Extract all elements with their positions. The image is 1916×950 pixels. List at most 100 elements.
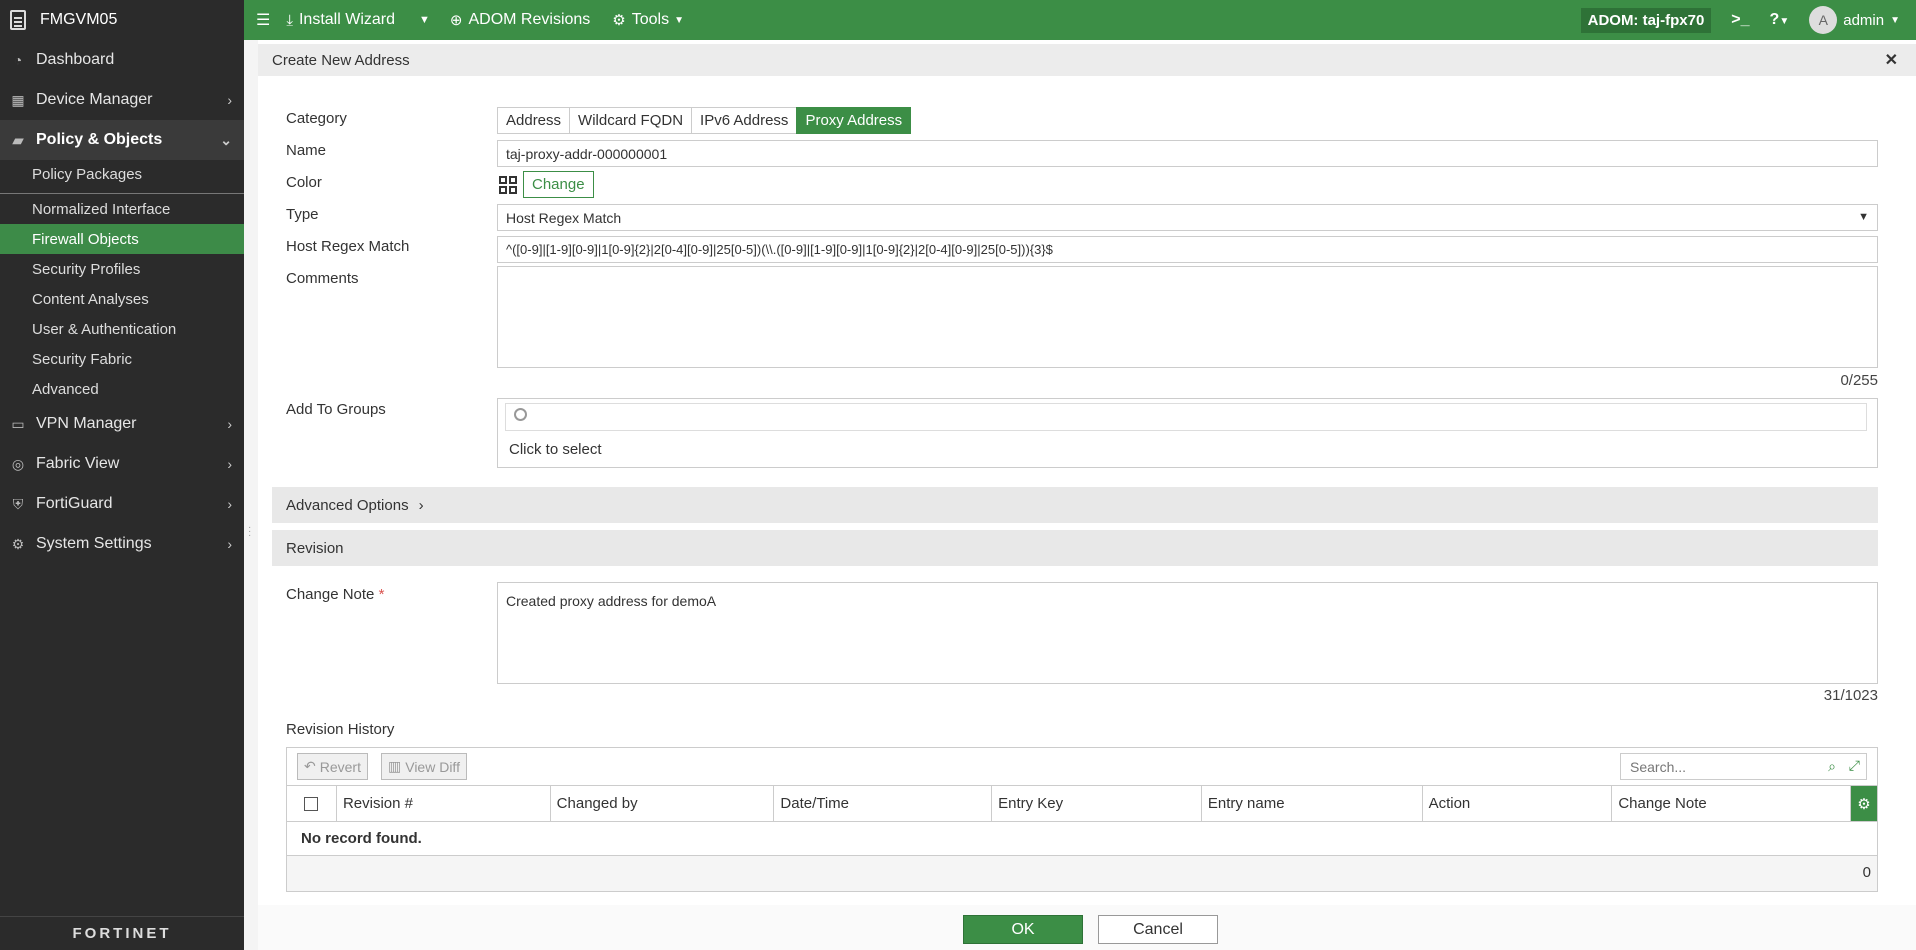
- sidebar-item-fabric-view[interactable]: ◎ Fabric View ›: [0, 444, 244, 484]
- record-count: 0: [1862, 864, 1871, 881]
- dialog-header: Create New Address ✕: [258, 44, 1916, 76]
- sidebar-subitem-policy-packages[interactable]: Policy Packages: [0, 160, 244, 194]
- column-revision[interactable]: Revision #: [337, 786, 551, 821]
- sidebar-subitem-advanced[interactable]: Advanced: [0, 374, 244, 404]
- pane-splitter[interactable]: · · ·: [244, 40, 258, 950]
- column-entry-key[interactable]: Entry Key: [992, 786, 1202, 821]
- sidebar-item-label: Fabric View: [36, 455, 120, 472]
- tools-menu[interactable]: ⚙ Tools ▼: [612, 11, 684, 29]
- sidebar-subitem-firewall-objects[interactable]: Firewall Objects: [0, 224, 244, 254]
- sidebar-subitem-label: Firewall Objects: [32, 230, 139, 248]
- column-change-note[interactable]: Change Note: [1612, 786, 1852, 821]
- sidebar-subitem-label: Security Fabric: [32, 350, 133, 368]
- adom-revisions-button[interactable]: ⊕ ADOM Revisions: [450, 11, 590, 29]
- table-header: Revision # Changed by Date/Time Entry Ke…: [287, 786, 1877, 822]
- sidebar-item-label: Device Manager: [36, 91, 153, 108]
- comments-counter: 0/255: [1840, 372, 1878, 389]
- sidebar-subitem-content-analyses[interactable]: Content Analyses: [0, 284, 244, 314]
- column-changed-by[interactable]: Changed by: [551, 786, 775, 821]
- name-input[interactable]: taj-proxy-addr-000000001: [497, 140, 1878, 167]
- groups-placeholder: Click to select: [509, 441, 602, 458]
- revision-history-table: ↶ Revert ▥ View Diff Search... ⌕ ⤢ Revisio…: [286, 747, 1878, 892]
- user-menu[interactable]: A admin ▼: [1809, 6, 1900, 34]
- sidebar-item-policy-objects[interactable]: ▰ Policy & Objects ⌄: [0, 120, 244, 160]
- view-diff-label: View Diff: [405, 758, 460, 775]
- sidebar-item-vpn-manager[interactable]: ▭ VPN Manager ›: [0, 404, 244, 444]
- search-icon: [514, 408, 527, 421]
- sidebar-subitem-security-fabric[interactable]: Security Fabric: [0, 344, 244, 374]
- revision-search-input[interactable]: Search... ⌕ ⤢: [1620, 753, 1867, 780]
- adom-selector[interactable]: ADOM: taj-fpx70: [1580, 7, 1712, 33]
- groups-selector[interactable]: Click to select: [497, 398, 1878, 468]
- checkbox[interactable]: [304, 796, 319, 811]
- vpn-icon: ▭: [11, 415, 25, 432]
- sidebar-item-dashboard[interactable]: ◔ Dashboard: [0, 40, 244, 80]
- settings-icon: ⚙: [11, 535, 25, 552]
- category-label: Category: [286, 110, 347, 127]
- policy-icon: ▰: [12, 131, 24, 148]
- type-value: Host Regex Match: [506, 209, 622, 226]
- category-proxy-address[interactable]: Proxy Address: [796, 107, 912, 134]
- menu-toggle-button[interactable]: ☰: [256, 10, 270, 30]
- cli-console-icon[interactable]: >_: [1731, 11, 1749, 29]
- sidebar-item-label: FortiGuard: [36, 495, 113, 512]
- type-select[interactable]: Host Regex Match ▼: [497, 204, 1878, 231]
- sidebar-item-system-settings[interactable]: ⚙ System Settings ›: [0, 524, 244, 564]
- change-note-counter: 31/1023: [1823, 687, 1878, 704]
- close-icon[interactable]: ✕: [1885, 50, 1898, 70]
- fortiguard-icon: ⛨: [12, 495, 24, 512]
- expand-icon[interactable]: ⤢: [1849, 757, 1860, 774]
- no-record-message: No record found.: [287, 822, 1877, 856]
- install-icon: ⤓: [286, 11, 293, 29]
- sidebar-item-label: Dashboard: [36, 51, 115, 68]
- change-color-button[interactable]: Change: [523, 171, 594, 198]
- undo-icon: ↶: [304, 758, 316, 774]
- sidebar-subitem-security-profiles[interactable]: Security Profiles: [0, 254, 244, 284]
- column-date-time[interactable]: Date/Time: [774, 786, 993, 821]
- host-regex-input[interactable]: ^([0-9]|[1-9][0-9]|1[0-9]{2}|2[0-4][0-9]…: [497, 236, 1878, 263]
- fabric-icon: ◎: [11, 455, 25, 472]
- help-icon[interactable]: ?▼: [1770, 11, 1790, 29]
- user-name: admin: [1843, 11, 1885, 29]
- avatar: A: [1809, 6, 1838, 34]
- category-selector: Address Wildcard FQDN IPv6 Address Proxy…: [497, 107, 912, 134]
- sidebar-item-label: Policy & Objects: [36, 131, 163, 148]
- category-ipv6-address[interactable]: IPv6 Address: [691, 107, 798, 134]
- change-note-value: Created proxy address for demoA: [506, 593, 717, 609]
- cancel-button[interactable]: Cancel: [1098, 915, 1218, 944]
- groups-search-input[interactable]: [505, 403, 1867, 431]
- sidebar-subitem-user-authentication[interactable]: User & Authentication: [0, 314, 244, 344]
- name-value: taj-proxy-addr-000000001: [506, 145, 668, 162]
- column-entry-name[interactable]: Entry name: [1202, 786, 1423, 821]
- dialog-footer: [258, 905, 1916, 950]
- revert-button[interactable]: ↶ Revert: [297, 753, 368, 780]
- sidebar-item-label: VPN Manager: [36, 415, 137, 432]
- sidebar-item-device-manager[interactable]: ▦ Device Manager ›: [0, 80, 244, 120]
- column-settings-icon[interactable]: ⚙: [1851, 786, 1877, 821]
- sidebar-subitem-label: Policy Packages: [32, 166, 143, 183]
- install-wizard-button[interactable]: ⤓ Install Wizard: [286, 11, 395, 29]
- device-manager-icon: ▦: [11, 91, 25, 108]
- comments-textarea[interactable]: [497, 266, 1878, 368]
- select-all-checkbox[interactable]: [287, 786, 337, 821]
- chevron-right-icon: ›: [227, 536, 232, 552]
- caret-down-icon: ▼: [674, 14, 685, 26]
- category-wildcard-fqdn[interactable]: Wildcard FQDN: [569, 107, 693, 134]
- category-address[interactable]: Address: [497, 107, 571, 134]
- top-bar: ☰ ⤓ Install Wizard ▼ ⊕ ADOM Revisions ⚙ …: [244, 0, 1916, 40]
- install-wizard-dropdown[interactable]: ▼: [419, 14, 430, 26]
- caret-down-icon: ▼: [1890, 14, 1900, 26]
- revert-label: Revert: [319, 758, 361, 775]
- advanced-options-toggle[interactable]: Advanced Options ›: [272, 487, 1878, 523]
- column-action[interactable]: Action: [1423, 786, 1613, 821]
- view-diff-button[interactable]: ▥ View Diff: [381, 753, 467, 780]
- revision-history-label: Revision History: [286, 721, 395, 738]
- sidebar-item-fortiguard[interactable]: ⛨ FortiGuard ›: [0, 484, 244, 524]
- change-note-textarea[interactable]: Created proxy address for demoA: [497, 582, 1878, 684]
- search-icon[interactable]: ⌕: [1828, 758, 1836, 775]
- adom-revisions-label: ADOM Revisions: [468, 11, 591, 28]
- dashboard-icon: ◔: [13, 52, 23, 68]
- sidebar-subitem-normalized-interface[interactable]: Normalized Interface: [0, 194, 244, 224]
- ok-button[interactable]: OK: [963, 915, 1083, 944]
- dialog-title: Create New Address: [272, 51, 410, 69]
